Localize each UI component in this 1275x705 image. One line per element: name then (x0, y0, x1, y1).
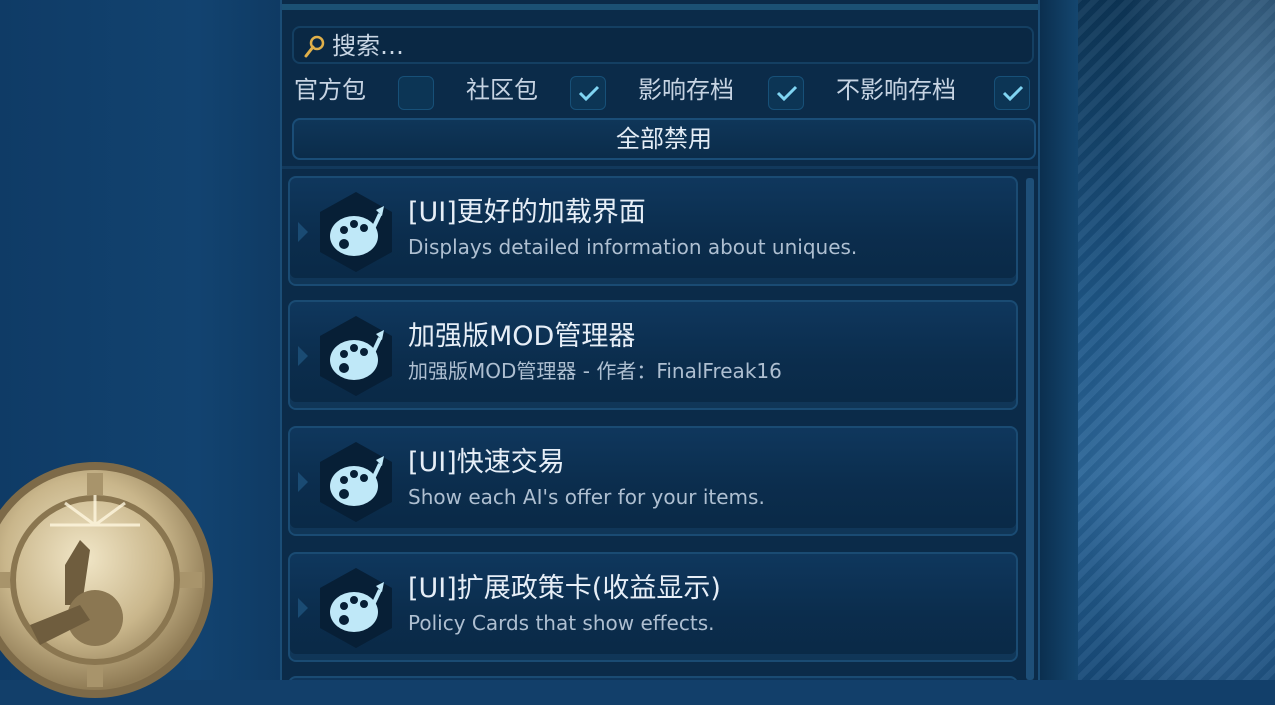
mod-title: [UI]快速交易 (408, 447, 565, 478)
filter-label-community: 社区包 (466, 76, 538, 104)
checkmark-icon (776, 85, 798, 102)
mod-title: [UI]更好的加载界面 (408, 197, 646, 228)
mod-panel: 搜索… 官方包 社区包 影响存档 不影响存档 全部禁用 [UI]更好的加载界面 … (280, 0, 1040, 680)
filter-label-affects-save: 影响存档 (638, 76, 734, 104)
mod-list: [UI]更好的加载界面 Displays detailed informatio… (282, 172, 1042, 680)
filter-row: 官方包 社区包 影响存档 不影响存档 (282, 72, 1042, 112)
medal-emblem-icon (0, 462, 213, 698)
palette-icon (320, 192, 392, 272)
filter-checkbox-community[interactable] (570, 76, 606, 110)
mod-item[interactable]: [UI]扩展政策卡(收益显示) Policy Cards that show e… (288, 552, 1018, 662)
mod-item[interactable]: [UI]更好的加载界面 Displays detailed informatio… (288, 176, 1018, 286)
mod-description: Displays detailed information about uniq… (408, 235, 858, 259)
scrollbar-thumb[interactable] (1026, 178, 1034, 680)
expand-arrow-icon (298, 346, 308, 366)
search-placeholder: 搜索… (332, 32, 404, 60)
palette-icon (320, 442, 392, 522)
expand-arrow-icon (298, 472, 308, 492)
mod-item-partial[interactable] (288, 676, 1018, 680)
palette-icon (320, 316, 392, 396)
mod-description: 加强版MOD管理器 - 作者：FinalFreak16 (408, 359, 782, 383)
panel-header-line (282, 4, 1038, 10)
mod-item[interactable]: 加强版MOD管理器 加强版MOD管理器 - 作者：FinalFreak16 (288, 300, 1018, 410)
mod-title: [UI]扩展政策卡(收益显示) (408, 573, 721, 604)
mod-title: 加强版MOD管理器 (408, 321, 636, 352)
mod-description: Show each AI's offer for your items. (408, 485, 765, 509)
mod-item[interactable]: [UI]快速交易 Show each AI's offer for your i… (288, 426, 1018, 536)
palette-icon (320, 568, 392, 648)
checkmark-icon (1002, 85, 1024, 102)
filter-checkbox-affects-save[interactable] (768, 76, 804, 110)
filter-checkbox-no-affect-save[interactable] (994, 76, 1030, 110)
panel-frame-right (1040, 0, 1078, 680)
magnifier-icon (304, 35, 325, 58)
expand-arrow-icon (298, 222, 308, 242)
disable-all-button[interactable]: 全部禁用 (292, 118, 1036, 160)
expand-arrow-icon (298, 598, 308, 618)
mod-description: Policy Cards that show effects. (408, 611, 715, 635)
filter-label-no-affect-save: 不影响存档 (836, 76, 956, 104)
checkmark-icon (578, 85, 600, 102)
filter-label-official: 官方包 (294, 76, 366, 104)
filter-checkbox-official[interactable] (398, 76, 434, 110)
divider (282, 166, 1038, 169)
search-input[interactable]: 搜索… (292, 26, 1034, 64)
